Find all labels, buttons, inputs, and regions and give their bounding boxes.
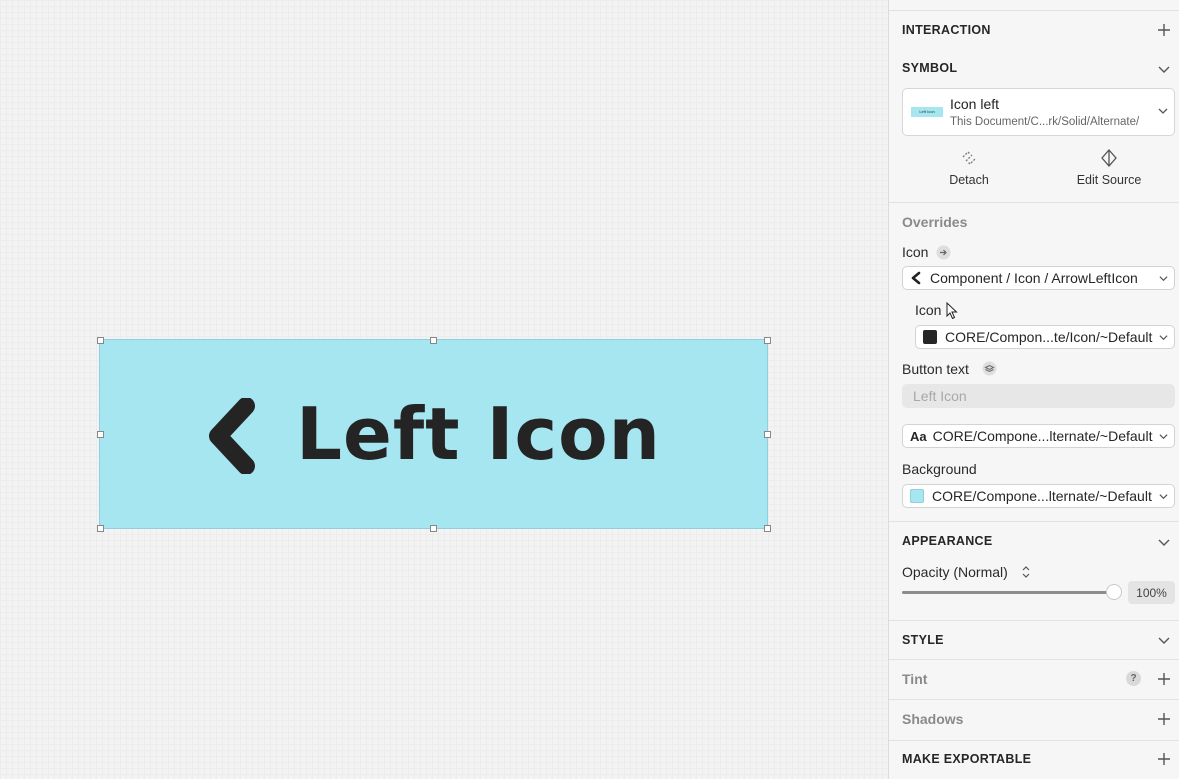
edit-source-button[interactable]: Edit Source [1069,149,1149,187]
resize-handle-right[interactable] [764,431,771,438]
divider [889,740,1179,741]
icon-override-value: Component / Icon / ArrowLeftIcon [930,270,1138,286]
chevron-down-icon [1158,108,1168,114]
text-style-icon: Aa [910,428,927,444]
opacity-label: Opacity (Normal) [902,564,1008,580]
opacity-input[interactable]: 100% [1128,581,1175,604]
resize-handle-top-left[interactable] [97,337,104,344]
divider [889,10,1179,11]
text-style-dropdown[interactable]: Aa CORE/Compone...lternate/~Default [902,424,1175,448]
text-style-value: CORE/Compone...lternate/~Default [932,428,1153,444]
opacity-slider-track[interactable] [902,591,1114,594]
make-exportable-title: MAKE EXPORTABLE [902,752,1032,766]
collapse-chevron-icon[interactable] [1157,62,1171,76]
chevron-left-icon [209,398,256,474]
resize-handle-left[interactable] [97,431,104,438]
icon-color-swatch [923,330,937,344]
chevron-down-icon [1159,276,1168,282]
resize-handle-bottom-left[interactable] [97,525,104,532]
divider [889,659,1179,660]
shadows-label: Shadows [902,711,964,727]
interaction-title: INTERACTION [902,23,991,37]
icon-override-label: Icon [902,244,929,260]
edit-source-label: Edit Source [1076,173,1142,187]
divider [889,521,1179,522]
detach-icon [962,151,976,165]
appearance-title: APPEARANCE [902,534,993,548]
opacity-slider-knob[interactable] [1106,584,1122,600]
blend-mode-stepper-icon[interactable] [1021,565,1031,579]
resize-handle-bottom[interactable] [430,525,437,532]
chevron-down-icon [1159,434,1168,440]
background-dropdown[interactable]: CORE/Compone...lternate/~Default [902,484,1175,508]
chevron-down-icon [1159,494,1168,500]
nested-icon-value: CORE/Compon...te/Icon/~Default [945,329,1153,345]
collapse-chevron-icon[interactable] [1157,633,1171,647]
chevron-left-icon [911,271,921,285]
add-interaction-plus-icon[interactable] [1157,23,1171,37]
add-export-plus-icon[interactable] [1157,752,1171,766]
inspector-panel: INTERACTION SYMBOL Left Icon Icon left T… [888,0,1179,779]
background-color-swatch [910,489,924,503]
arrow-right-circle-icon[interactable] [936,245,951,260]
symbol-name: Icon left [950,96,1000,112]
tint-label: Tint [902,671,928,687]
style-title: STYLE [902,633,944,647]
layers-icon[interactable] [982,361,997,376]
symbol-instance[interactable]: Left Icon [99,339,768,529]
resize-handle-bottom-right[interactable] [764,525,771,532]
button-text: Left Icon [296,392,661,476]
background-label: Background [902,461,977,477]
button-text-input[interactable]: Left Icon [902,384,1175,408]
divider [889,699,1179,700]
nested-icon-label: Icon [915,302,942,318]
icon-override-dropdown[interactable]: Component / Icon / ArrowLeftIcon [902,266,1175,290]
tint-help-icon[interactable]: ? [1126,671,1141,686]
divider [889,202,1179,203]
mouse-cursor-icon [946,302,958,320]
symbol-title: SYMBOL [902,61,958,75]
canvas[interactable]: Left Icon [0,0,888,779]
background-value: CORE/Compone...lternate/~Default [932,488,1152,504]
button-text-label: Button text [902,361,969,377]
symbol-picker[interactable]: Left Icon Icon left This Document/C...rk… [902,88,1175,136]
collapse-chevron-icon[interactable] [1157,535,1171,549]
divider [889,620,1179,621]
edit-source-icon [1101,149,1117,167]
nested-icon-dropdown[interactable]: CORE/Compon...te/Icon/~Default [915,325,1175,349]
add-shadow-plus-icon[interactable] [1157,712,1171,726]
symbol-path: This Document/C...rk/Solid/Alternate/ [950,116,1140,128]
resize-handle-top[interactable] [430,337,437,344]
chevron-down-icon [1159,335,1168,341]
add-tint-plus-icon[interactable] [1157,672,1171,686]
detach-label: Detach [949,173,989,187]
overrides-title: Overrides [902,214,968,230]
symbol-thumbnail: Left Icon [911,107,943,117]
resize-handle-top-right[interactable] [764,337,771,344]
detach-button[interactable]: Detach [937,149,1001,187]
